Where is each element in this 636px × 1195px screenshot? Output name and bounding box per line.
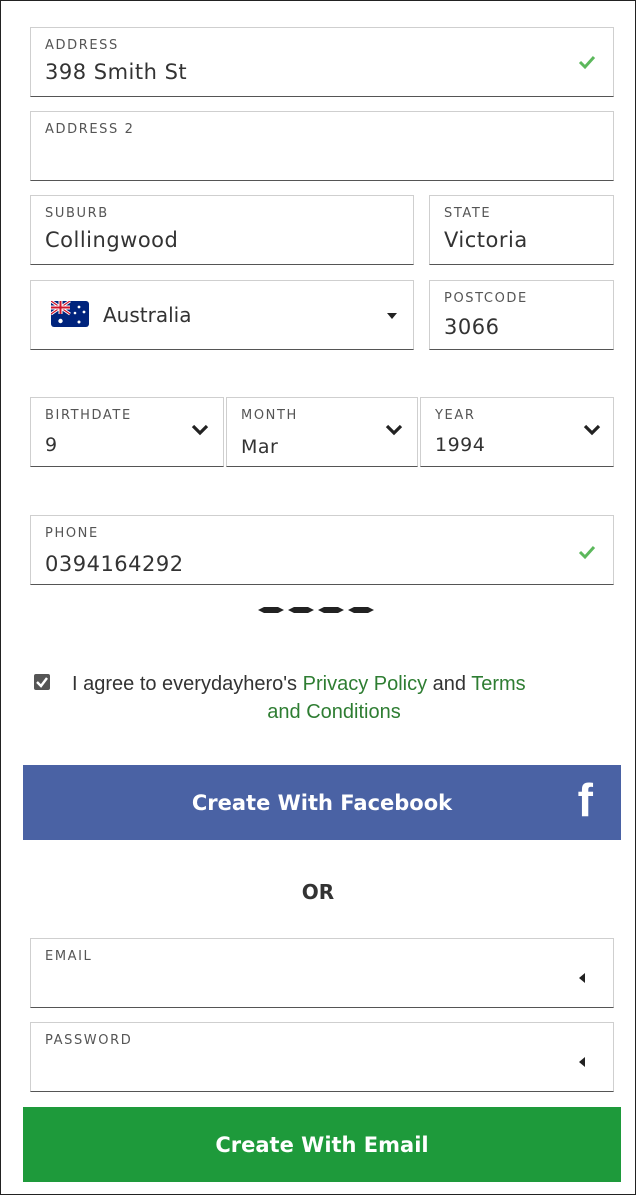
create-with-facebook-button[interactable]: Create With Facebook f	[23, 765, 621, 840]
postcode-value: 3066	[444, 315, 500, 339]
address2-label: ADDRESS 2	[45, 122, 135, 137]
country-value: Australia	[103, 303, 192, 327]
facebook-button-label: Create With Facebook	[191, 790, 453, 815]
agree-checkbox[interactable]	[34, 674, 50, 690]
month-value: Mar	[241, 436, 279, 458]
password-label: PASSWORD	[45, 1033, 133, 1048]
suburb-value: Collingwood	[45, 228, 179, 252]
phone-value: 0394164292	[45, 552, 184, 576]
check-icon	[578, 55, 596, 70]
agreement-text: I agree to everydayhero's Privacy Policy…	[72, 670, 526, 698]
privacy-policy-link[interactable]: Privacy Policy	[303, 673, 427, 695]
address-field[interactable]: ADDRESS 398 Smith St	[30, 27, 614, 97]
or-separator: OR	[301, 880, 335, 904]
check-icon	[578, 545, 596, 560]
chevron-down-icon	[191, 424, 209, 436]
chevron-down-icon	[385, 424, 403, 436]
country-select[interactable]: Australia	[30, 280, 414, 350]
australia-flag-icon	[51, 301, 89, 327]
month-label: MONTH	[241, 408, 298, 423]
state-value: Victoria	[444, 228, 528, 252]
address-label: ADDRESS	[45, 38, 119, 53]
month-select[interactable]: MONTH Mar	[226, 397, 418, 467]
create-with-email-button[interactable]: Create With Email	[23, 1107, 621, 1182]
year-select[interactable]: YEAR 1994	[420, 397, 614, 467]
state-field[interactable]: STATE Victoria	[429, 195, 614, 265]
state-label: STATE	[444, 206, 492, 221]
terms-link-continued[interactable]: and Conditions	[34, 698, 634, 726]
caret-left-icon	[579, 973, 585, 983]
postcode-label: POSTCODE	[444, 291, 528, 306]
agreement-prefix: I agree to everydayhero's	[72, 673, 303, 695]
suburb-field[interactable]: SUBURB Collingwood	[30, 195, 414, 265]
year-value: 1994	[435, 434, 486, 456]
postcode-field[interactable]: POSTCODE 3066	[429, 280, 614, 350]
address2-field[interactable]: ADDRESS 2	[30, 111, 614, 181]
email-field[interactable]: EMAIL	[30, 938, 614, 1008]
password-field[interactable]: PASSWORD	[30, 1022, 614, 1092]
email-label: EMAIL	[45, 949, 93, 964]
chevron-down-icon	[583, 424, 601, 436]
terms-link[interactable]: Terms	[471, 673, 525, 695]
agreement-and: and	[427, 673, 472, 695]
checkmark-icon	[36, 677, 48, 688]
email-button-label: Create With Email	[215, 1132, 429, 1157]
loading-dots-icon	[258, 607, 374, 613]
birthdate-value: 9	[45, 434, 58, 456]
birthdate-select[interactable]: BIRTHDATE 9	[30, 397, 224, 467]
chevron-down-icon	[387, 313, 397, 319]
caret-left-icon	[579, 1057, 585, 1067]
birthdate-label: BIRTHDATE	[45, 408, 132, 423]
address-value: 398 Smith St	[45, 60, 188, 84]
phone-label: PHONE	[45, 526, 99, 541]
year-label: YEAR	[435, 408, 476, 423]
facebook-icon: f	[577, 774, 593, 826]
phone-field[interactable]: PHONE 0394164292	[30, 515, 614, 585]
suburb-label: SUBURB	[45, 206, 109, 221]
